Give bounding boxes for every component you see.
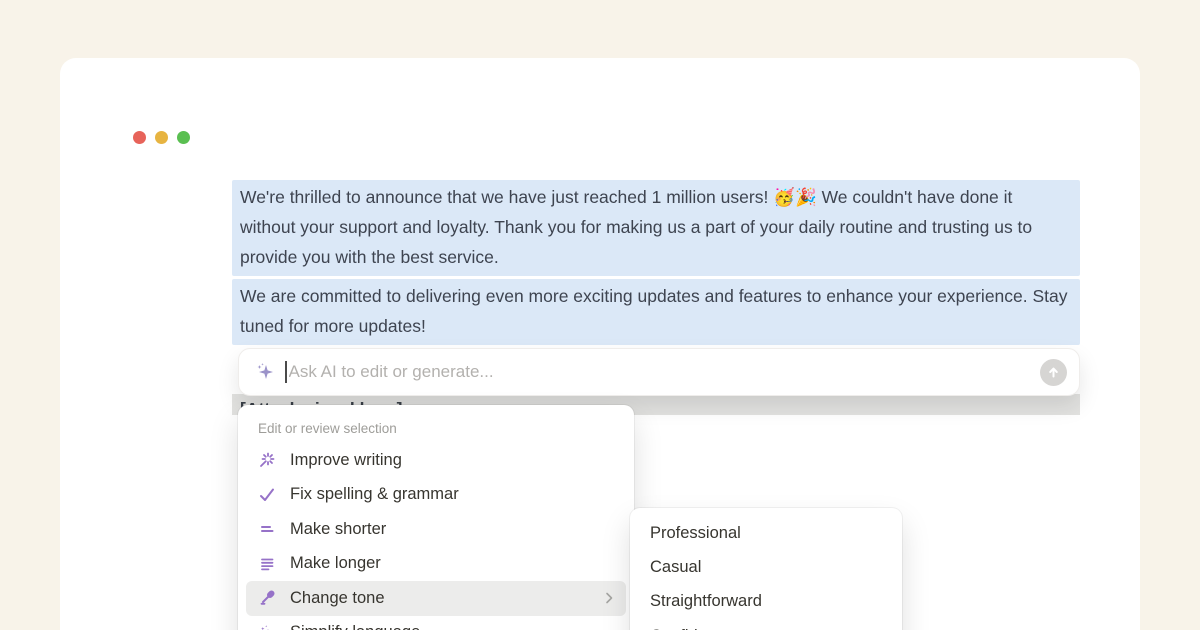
- minimize-button[interactable]: [155, 131, 168, 144]
- submenu-item-label: Professional: [650, 524, 884, 543]
- window-controls: [133, 131, 190, 144]
- menu-section-header: Edit or review selection: [246, 413, 626, 443]
- submenu-item-label: Straightforward: [650, 592, 884, 611]
- zoom-button[interactable]: [177, 131, 190, 144]
- menu-item-make-shorter[interactable]: Make shorter: [246, 512, 626, 547]
- submenu-item-confident[interactable]: Confident: [638, 619, 894, 630]
- ai-edit-menu: Edit or review selection Impro: [238, 405, 634, 630]
- check-icon: [258, 486, 276, 504]
- send-button[interactable]: [1040, 359, 1067, 386]
- submenu-item-straightforward[interactable]: Straightforward: [638, 585, 894, 619]
- chevron-right-icon: [602, 591, 616, 605]
- menu-item-change-tone[interactable]: Change tone: [246, 581, 626, 616]
- change-tone-submenu: Professional Casual Straightforward Conf…: [630, 508, 902, 630]
- improve-writing-icon: [258, 451, 276, 469]
- sparkle-icon: [258, 624, 276, 630]
- microphone-icon: [258, 589, 276, 607]
- close-button[interactable]: [133, 131, 146, 144]
- arrow-up-icon: [1046, 365, 1061, 380]
- make-longer-icon: [258, 555, 276, 573]
- menu-item-make-longer[interactable]: Make longer: [246, 547, 626, 582]
- menu-item-fix-spelling[interactable]: Fix spelling & grammar: [246, 478, 626, 513]
- ai-prompt-bar[interactable]: Ask AI to edit or generate...: [238, 348, 1080, 396]
- submenu-item-professional[interactable]: Professional: [638, 516, 894, 550]
- menu-item-improve-writing[interactable]: Improve writing: [246, 443, 626, 478]
- menu-item-label: Change tone: [290, 589, 602, 608]
- text-cursor: [285, 361, 287, 383]
- selected-paragraph-1: We're thrilled to announce that we have …: [232, 180, 1080, 276]
- menu-item-label: Simplify language: [290, 623, 616, 630]
- make-shorter-icon: [258, 520, 276, 538]
- selected-paragraph-2: We are committed to delivering even more…: [232, 279, 1080, 345]
- submenu-item-casual[interactable]: Casual: [638, 550, 894, 584]
- menu-item-label: Make shorter: [290, 520, 616, 539]
- submenu-item-label: Casual: [650, 558, 884, 577]
- sparkles-icon: [255, 362, 275, 382]
- app-window: We're thrilled to announce that we have …: [60, 58, 1140, 630]
- menu-item-simplify-language[interactable]: Simplify language: [246, 616, 626, 630]
- ai-input-placeholder[interactable]: Ask AI to edit or generate...: [289, 362, 1041, 382]
- menu-item-label: Fix spelling & grammar: [290, 485, 616, 504]
- menu-item-label: Improve writing: [290, 451, 616, 470]
- menu-item-label: Make longer: [290, 554, 616, 573]
